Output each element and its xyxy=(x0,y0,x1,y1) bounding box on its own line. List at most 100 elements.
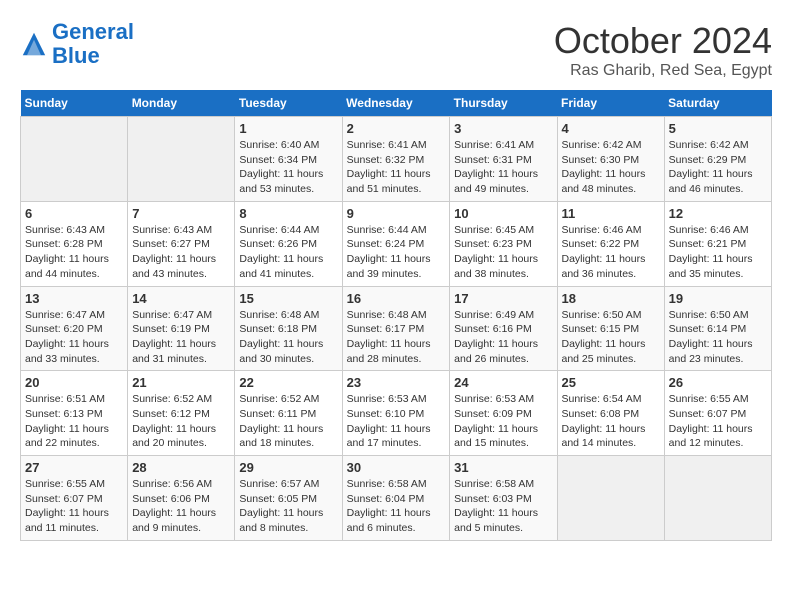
cell-info: Sunrise: 6:55 AMSunset: 6:07 PMDaylight:… xyxy=(669,392,767,451)
calendar-cell: 11 Sunrise: 6:46 AMSunset: 6:22 PMDayligh… xyxy=(557,201,664,286)
day-number: 17 xyxy=(454,291,552,306)
cell-info: Sunrise: 6:46 AMSunset: 6:22 PMDaylight:… xyxy=(562,223,660,282)
logo-icon xyxy=(20,30,48,58)
calendar-cell: 23 Sunrise: 6:53 AMSunset: 6:10 PMDayligh… xyxy=(342,371,450,456)
day-number: 20 xyxy=(25,375,123,390)
day-number: 1 xyxy=(239,121,337,136)
calendar-cell: 24 Sunrise: 6:53 AMSunset: 6:09 PMDayligh… xyxy=(450,371,557,456)
day-number: 16 xyxy=(347,291,446,306)
day-number: 15 xyxy=(239,291,337,306)
cell-info: Sunrise: 6:44 AMSunset: 6:24 PMDaylight:… xyxy=(347,223,446,282)
cell-info: Sunrise: 6:46 AMSunset: 6:21 PMDaylight:… xyxy=(669,223,767,282)
calendar-cell: 17 Sunrise: 6:49 AMSunset: 6:16 PMDayligh… xyxy=(450,286,557,371)
cell-info: Sunrise: 6:43 AMSunset: 6:27 PMDaylight:… xyxy=(132,223,230,282)
calendar-cell: 20 Sunrise: 6:51 AMSunset: 6:13 PMDayligh… xyxy=(21,371,128,456)
day-number: 28 xyxy=(132,460,230,475)
day-number: 2 xyxy=(347,121,446,136)
calendar-cell: 7 Sunrise: 6:43 AMSunset: 6:27 PMDaylight… xyxy=(128,201,235,286)
cell-info: Sunrise: 6:58 AMSunset: 6:03 PMDaylight:… xyxy=(454,477,552,536)
day-number: 7 xyxy=(132,206,230,221)
calendar-cell: 16 Sunrise: 6:48 AMSunset: 6:17 PMDayligh… xyxy=(342,286,450,371)
calendar-cell: 14 Sunrise: 6:47 AMSunset: 6:19 PMDayligh… xyxy=(128,286,235,371)
cell-info: Sunrise: 6:48 AMSunset: 6:17 PMDaylight:… xyxy=(347,308,446,367)
cell-info: Sunrise: 6:53 AMSunset: 6:09 PMDaylight:… xyxy=(454,392,552,451)
day-number: 31 xyxy=(454,460,552,475)
calendar-cell: 15 Sunrise: 6:48 AMSunset: 6:18 PMDayligh… xyxy=(235,286,342,371)
day-number: 14 xyxy=(132,291,230,306)
cell-info: Sunrise: 6:50 AMSunset: 6:14 PMDaylight:… xyxy=(669,308,767,367)
cell-info: Sunrise: 6:54 AMSunset: 6:08 PMDaylight:… xyxy=(562,392,660,451)
logo: General Blue xyxy=(20,20,134,68)
calendar-cell: 6 Sunrise: 6:43 AMSunset: 6:28 PMDaylight… xyxy=(21,201,128,286)
cell-info: Sunrise: 6:51 AMSunset: 6:13 PMDaylight:… xyxy=(25,392,123,451)
cell-info: Sunrise: 6:47 AMSunset: 6:20 PMDaylight:… xyxy=(25,308,123,367)
day-number: 22 xyxy=(239,375,337,390)
day-number: 29 xyxy=(239,460,337,475)
logo-text: General Blue xyxy=(52,20,134,68)
day-number: 3 xyxy=(454,121,552,136)
calendar-cell xyxy=(21,117,128,202)
location: Ras Gharib, Red Sea, Egypt xyxy=(554,62,772,80)
calendar-cell: 12 Sunrise: 6:46 AMSunset: 6:21 PMDayligh… xyxy=(664,201,771,286)
day-number: 6 xyxy=(25,206,123,221)
title-block: October 2024 Ras Gharib, Red Sea, Egypt xyxy=(554,20,772,80)
day-number: 25 xyxy=(562,375,660,390)
calendar-cell: 26 Sunrise: 6:55 AMSunset: 6:07 PMDayligh… xyxy=(664,371,771,456)
weekday-header: Saturday xyxy=(664,90,771,117)
weekday-header: Monday xyxy=(128,90,235,117)
calendar-cell: 3 Sunrise: 6:41 AMSunset: 6:31 PMDaylight… xyxy=(450,117,557,202)
calendar-cell: 25 Sunrise: 6:54 AMSunset: 6:08 PMDayligh… xyxy=(557,371,664,456)
calendar-cell: 1Sunrise: 6:40 AMSunset: 6:34 PMDaylight… xyxy=(235,117,342,202)
month-title: October 2024 xyxy=(554,20,772,62)
cell-info: Sunrise: 6:56 AMSunset: 6:06 PMDaylight:… xyxy=(132,477,230,536)
day-number: 12 xyxy=(669,206,767,221)
calendar-cell xyxy=(128,117,235,202)
calendar-cell: 27Sunrise: 6:55 AMSunset: 6:07 PMDayligh… xyxy=(21,456,128,541)
calendar-week-row: 27Sunrise: 6:55 AMSunset: 6:07 PMDayligh… xyxy=(21,456,772,541)
cell-info: Sunrise: 6:58 AMSunset: 6:04 PMDaylight:… xyxy=(347,477,446,536)
cell-info: Sunrise: 6:55 AMSunset: 6:07 PMDaylight:… xyxy=(25,477,123,536)
calendar-cell: 9 Sunrise: 6:44 AMSunset: 6:24 PMDaylight… xyxy=(342,201,450,286)
calendar-cell: 28 Sunrise: 6:56 AMSunset: 6:06 PMDayligh… xyxy=(128,456,235,541)
calendar-cell: 2 Sunrise: 6:41 AMSunset: 6:32 PMDaylight… xyxy=(342,117,450,202)
day-number: 5 xyxy=(669,121,767,136)
weekday-header-row: SundayMondayTuesdayWednesdayThursdayFrid… xyxy=(21,90,772,117)
page-header: General Blue October 2024 Ras Gharib, Re… xyxy=(20,20,772,80)
calendar-cell: 4Sunrise: 6:42 AMSunset: 6:30 PMDaylight… xyxy=(557,117,664,202)
calendar-cell: 22 Sunrise: 6:52 AMSunset: 6:11 PMDayligh… xyxy=(235,371,342,456)
weekday-header: Friday xyxy=(557,90,664,117)
cell-info: Sunrise: 6:52 AMSunset: 6:11 PMDaylight:… xyxy=(239,392,337,451)
day-number: 23 xyxy=(347,375,446,390)
cell-info: Sunrise: 6:53 AMSunset: 6:10 PMDaylight:… xyxy=(347,392,446,451)
day-number: 11 xyxy=(562,206,660,221)
day-number: 10 xyxy=(454,206,552,221)
cell-info: Sunrise: 6:47 AMSunset: 6:19 PMDaylight:… xyxy=(132,308,230,367)
weekday-header: Sunday xyxy=(21,90,128,117)
day-number: 21 xyxy=(132,375,230,390)
cell-info: Sunrise: 6:41 AMSunset: 6:31 PMDaylight:… xyxy=(454,138,552,197)
weekday-header: Wednesday xyxy=(342,90,450,117)
calendar-cell: 5Sunrise: 6:42 AMSunset: 6:29 PMDaylight… xyxy=(664,117,771,202)
day-number: 19 xyxy=(669,291,767,306)
cell-info: Sunrise: 6:57 AMSunset: 6:05 PMDaylight:… xyxy=(239,477,337,536)
day-number: 30 xyxy=(347,460,446,475)
cell-info: Sunrise: 6:41 AMSunset: 6:32 PMDaylight:… xyxy=(347,138,446,197)
calendar-cell: 21Sunrise: 6:52 AMSunset: 6:12 PMDayligh… xyxy=(128,371,235,456)
cell-info: Sunrise: 6:45 AMSunset: 6:23 PMDaylight:… xyxy=(454,223,552,282)
calendar-cell: 8Sunrise: 6:44 AMSunset: 6:26 PMDaylight… xyxy=(235,201,342,286)
cell-info: Sunrise: 6:44 AMSunset: 6:26 PMDaylight:… xyxy=(239,223,337,282)
calendar-cell xyxy=(664,456,771,541)
calendar-cell: 19 Sunrise: 6:50 AMSunset: 6:14 PMDayligh… xyxy=(664,286,771,371)
day-number: 9 xyxy=(347,206,446,221)
cell-info: Sunrise: 6:50 AMSunset: 6:15 PMDaylight:… xyxy=(562,308,660,367)
cell-info: Sunrise: 6:48 AMSunset: 6:18 PMDaylight:… xyxy=(239,308,337,367)
day-number: 26 xyxy=(669,375,767,390)
calendar-cell: 13Sunrise: 6:47 AMSunset: 6:20 PMDayligh… xyxy=(21,286,128,371)
cell-info: Sunrise: 6:49 AMSunset: 6:16 PMDaylight:… xyxy=(454,308,552,367)
weekday-header: Thursday xyxy=(450,90,557,117)
day-number: 24 xyxy=(454,375,552,390)
calendar-week-row: 1Sunrise: 6:40 AMSunset: 6:34 PMDaylight… xyxy=(21,117,772,202)
cell-info: Sunrise: 6:43 AMSunset: 6:28 PMDaylight:… xyxy=(25,223,123,282)
calendar-week-row: 20 Sunrise: 6:51 AMSunset: 6:13 PMDayligh… xyxy=(21,371,772,456)
calendar-cell: 29 Sunrise: 6:57 AMSunset: 6:05 PMDayligh… xyxy=(235,456,342,541)
